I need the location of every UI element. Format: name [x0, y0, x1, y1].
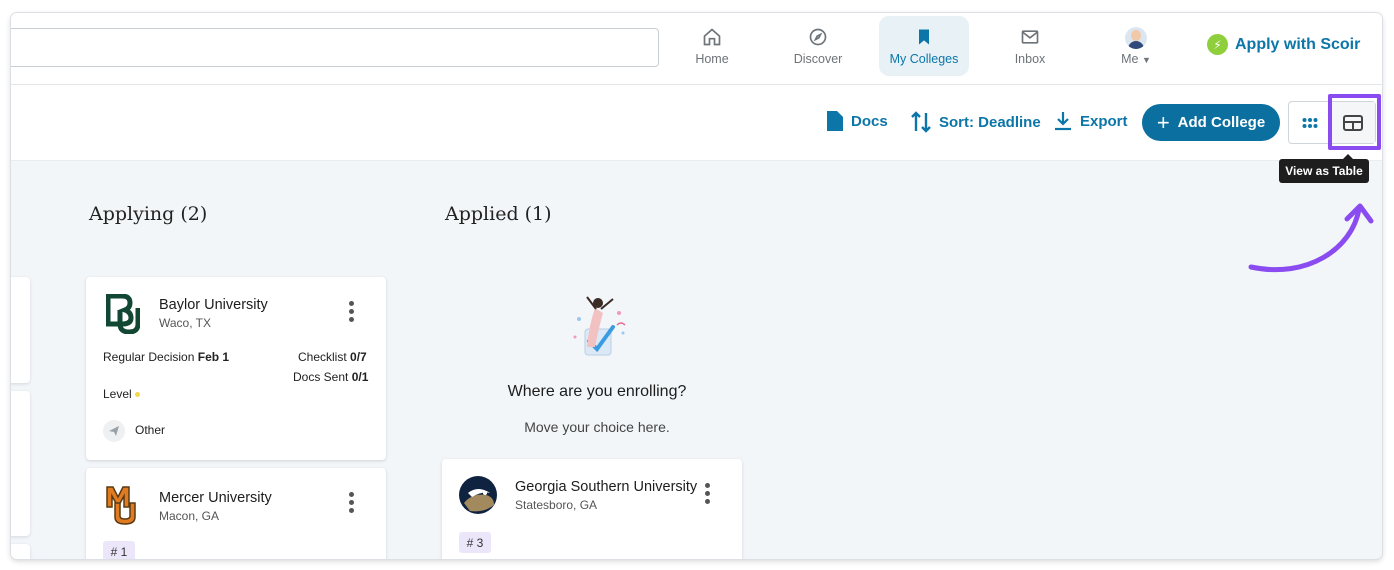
- docs-sent-info: Docs Sent 0/1: [293, 370, 369, 384]
- rank-badge: # 1: [103, 541, 135, 559]
- docs-label: Docs: [851, 112, 888, 130]
- georgia-southern-logo: [459, 476, 497, 514]
- search-input[interactable]: [11, 28, 659, 67]
- list-item[interactable]: [11, 391, 30, 536]
- baylor-logo: [106, 294, 140, 334]
- grid-icon: [1302, 117, 1318, 128]
- document-icon: [827, 111, 843, 131]
- mail-icon: [1021, 29, 1039, 44]
- college-card-mercer[interactable]: Mercer University Macon, GA # 1: [86, 468, 386, 559]
- college-card-georgia-southern[interactable]: Georgia Southern University Statesboro, …: [442, 459, 742, 559]
- nav-home[interactable]: Home: [667, 16, 757, 76]
- rank-badge: # 3: [459, 532, 491, 553]
- level-info: Level: [103, 387, 141, 401]
- college-location: Statesboro, GA: [515, 498, 598, 512]
- more-options-icon[interactable]: [704, 483, 710, 507]
- export-button[interactable]: Export: [1054, 111, 1128, 131]
- nav-my-colleges[interactable]: My Colleges: [879, 16, 969, 76]
- nav-discover[interactable]: Discover: [773, 16, 863, 76]
- college-name: Georgia Southern University: [515, 479, 698, 495]
- college-location: Macon, GA: [159, 509, 220, 523]
- college-card-baylor[interactable]: Baylor University Waco, TX Regular Decis…: [86, 277, 386, 460]
- top-nav: Home Discover My Colleges Inbox Me ▼ ⚡ A…: [11, 13, 1382, 85]
- add-college-label: Add College: [1177, 114, 1266, 131]
- docs-button[interactable]: Docs: [827, 111, 888, 131]
- sort-label: Sort: Deadline: [939, 113, 1041, 131]
- mercer-logo: [106, 486, 136, 525]
- applied-column-title: Applied (1): [445, 203, 552, 225]
- nav-my-colleges-label: My Colleges: [889, 51, 959, 66]
- apply-with-scoir-link[interactable]: ⚡ Apply with Scoir: [1207, 34, 1360, 55]
- applying-column-title: Applying (2): [89, 203, 208, 225]
- nav-me-label: Me ▼: [1121, 51, 1151, 66]
- list-item[interactable]: [11, 544, 30, 559]
- add-college-button[interactable]: + Add College: [1142, 104, 1280, 141]
- more-options-icon[interactable]: [348, 301, 354, 325]
- home-icon: [703, 27, 721, 45]
- sort-icon: [911, 111, 931, 133]
- nav-discover-label: Discover: [793, 51, 843, 66]
- nav-inbox-label: Inbox: [1014, 51, 1046, 66]
- checklist-info: Checklist 0/7: [298, 350, 367, 364]
- plus-icon: +: [1156, 109, 1170, 135]
- decision-info: Regular Decision Feb 1: [103, 350, 230, 364]
- more-options-icon[interactable]: [348, 492, 354, 516]
- table-view-highlight: [1328, 94, 1381, 150]
- enroll-prompt-subtitle: Move your choice here.: [524, 419, 670, 435]
- sort-button[interactable]: Sort: Deadline: [911, 111, 1041, 133]
- nav-home-label: Home: [695, 51, 729, 66]
- enroll-prompt-title: Where are you enrolling?: [507, 383, 687, 400]
- college-location: Waco, TX: [159, 316, 212, 330]
- download-icon: [1055, 112, 1071, 131]
- app-window: Home Discover My Colleges Inbox Me ▼ ⚡ A…: [11, 13, 1382, 559]
- avatar: [1125, 26, 1147, 49]
- compass-icon: [809, 28, 827, 45]
- nav-inbox[interactable]: Inbox: [985, 16, 1075, 76]
- application-type: Other: [135, 423, 166, 437]
- toolbar: Docs Sort: Deadline Export + Add College: [11, 85, 1382, 161]
- bookmark-icon: [919, 29, 929, 44]
- lightning-icon: ⚡: [1207, 34, 1228, 55]
- view-as-board-button[interactable]: [1289, 102, 1331, 143]
- apply-label: Apply with Scoir: [1235, 35, 1361, 53]
- college-name: Baylor University: [159, 297, 268, 313]
- list-item[interactable]: [11, 277, 30, 383]
- level-dot: [135, 392, 141, 398]
- paper-plane-icon: [103, 420, 125, 442]
- caret-down-icon: ▼: [1141, 54, 1151, 65]
- view-as-table-tooltip: View as Table: [1279, 154, 1369, 183]
- pointer-arrow: [1248, 203, 1374, 273]
- college-name: Mercer University: [159, 490, 272, 506]
- export-label: Export: [1080, 112, 1128, 130]
- celebration-illustration: [573, 296, 626, 356]
- nav-me[interactable]: Me ▼: [1091, 16, 1181, 76]
